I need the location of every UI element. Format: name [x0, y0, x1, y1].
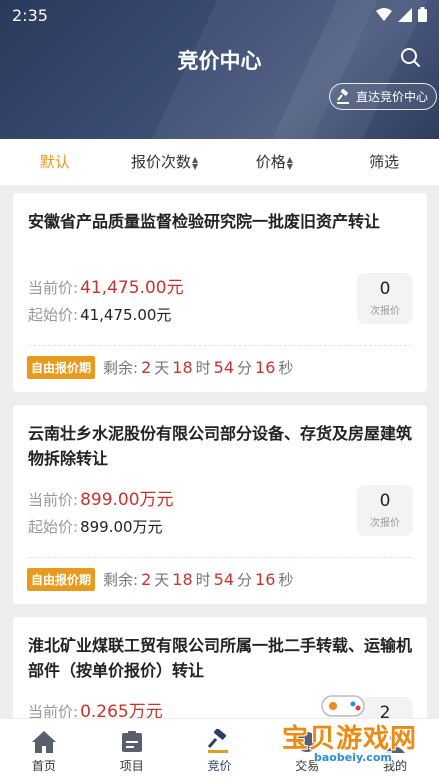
divider — [28, 557, 412, 558]
start-price: 41,475.00元 — [80, 306, 172, 324]
current-price: 0.265万元 — [80, 702, 163, 718]
signal-icon — [398, 7, 412, 22]
search-icon[interactable] — [399, 46, 421, 68]
auction-card[interactable]: 安徽省产品质量监督检验研究院一批废旧资产转让 当前价: 41,475.00元 起始… — [13, 193, 427, 392]
status-bar: 2:35 — [0, 0, 439, 30]
countdown: 自由报价期 剩余: 2天 18 时 54 分 16 秒 — [27, 567, 293, 591]
direct-auction-button[interactable]: 直达竞价中心 — [328, 83, 437, 110]
sort-bar: 默认 报价次数▲ ▼ 价格▲ ▼ 筛选 — [0, 139, 439, 185]
project-icon — [121, 731, 142, 752]
page-title: 竞价中心 — [177, 49, 262, 73]
sort-price[interactable]: 价格▲ ▼ — [220, 139, 330, 185]
auction-list: 安徽省产品质量监督检验研究院一批废旧资产转让 当前价: 41,475.00元 起始… — [0, 193, 439, 718]
watermark-url: baobeiy.com — [314, 751, 392, 764]
bid-count-label: 次报价 — [370, 306, 400, 317]
bid-count-box: 0 次报价 — [357, 485, 413, 536]
start-price-label: 起始价: — [28, 306, 79, 324]
current-price-label: 当前价: — [28, 703, 79, 718]
current-price-label: 当前价: — [28, 279, 79, 297]
status-badge: 自由报价期 — [27, 567, 96, 591]
home-icon — [31, 731, 56, 753]
countdown: 自由报价期 剩余: 2天 18 时 54 分 16 秒 — [27, 355, 293, 379]
bid-count-label: 次报价 — [370, 518, 400, 529]
gavel-icon — [336, 88, 349, 104]
sort-filter[interactable]: 筛选 — [329, 139, 439, 185]
bid-count: 0 — [379, 491, 391, 511]
start-price: 899.00万元 — [80, 518, 163, 536]
start-price-label: 起始价: — [28, 518, 79, 536]
gamepad-icon — [321, 695, 365, 717]
status-badge: 自由报价期 — [27, 355, 96, 379]
nav-home[interactable]: 首页 — [0, 719, 88, 780]
wifi-icon — [376, 7, 392, 21]
auction-card[interactable]: 云南壮乡水泥股份有限公司部分设备、存货及房屋建筑物拆除转让 当前价: 899.00… — [13, 405, 427, 604]
direct-auction-label: 直达竞价中心 — [355, 90, 428, 104]
nav-project[interactable]: 项目 — [88, 719, 176, 780]
current-price-label: 当前价: — [28, 491, 79, 509]
sort-bid-count[interactable]: 报价次数▲ ▼ — [110, 139, 220, 185]
bid-count-box: 0 次报价 — [357, 273, 413, 324]
battery-icon — [418, 7, 427, 22]
sort-arrows-icon: ▲ ▼ — [286, 154, 293, 171]
sort-default[interactable]: 默认 — [0, 139, 110, 185]
status-time: 2:35 — [12, 6, 48, 25]
nav-auction[interactable]: 竞价 — [176, 719, 264, 780]
bid-count: 0 — [379, 279, 391, 299]
header: 2:35 竞价中心 直达竞价中心 — [0, 0, 439, 139]
sort-arrows-icon: ▲ ▼ — [192, 154, 199, 171]
card-title: 安徽省产品质量监督检验研究院一批废旧资产转让 — [28, 212, 381, 231]
current-price: 899.00万元 — [80, 490, 174, 510]
watermark: 宝贝游戏网 baobeiy.com — [268, 688, 433, 768]
auction-icon — [208, 729, 229, 753]
divider — [28, 345, 412, 346]
watermark-text: 宝贝游戏网 — [282, 724, 418, 754]
current-price: 41,475.00元 — [80, 278, 184, 298]
card-title: 云南壮乡水泥股份有限公司部分设备、存货及房屋建筑物拆除转让 — [28, 424, 413, 468]
card-title: 淮北矿业煤联工贸有限公司所属一批二手转载、运输机部件（按单价报价）转让 — [28, 636, 413, 680]
